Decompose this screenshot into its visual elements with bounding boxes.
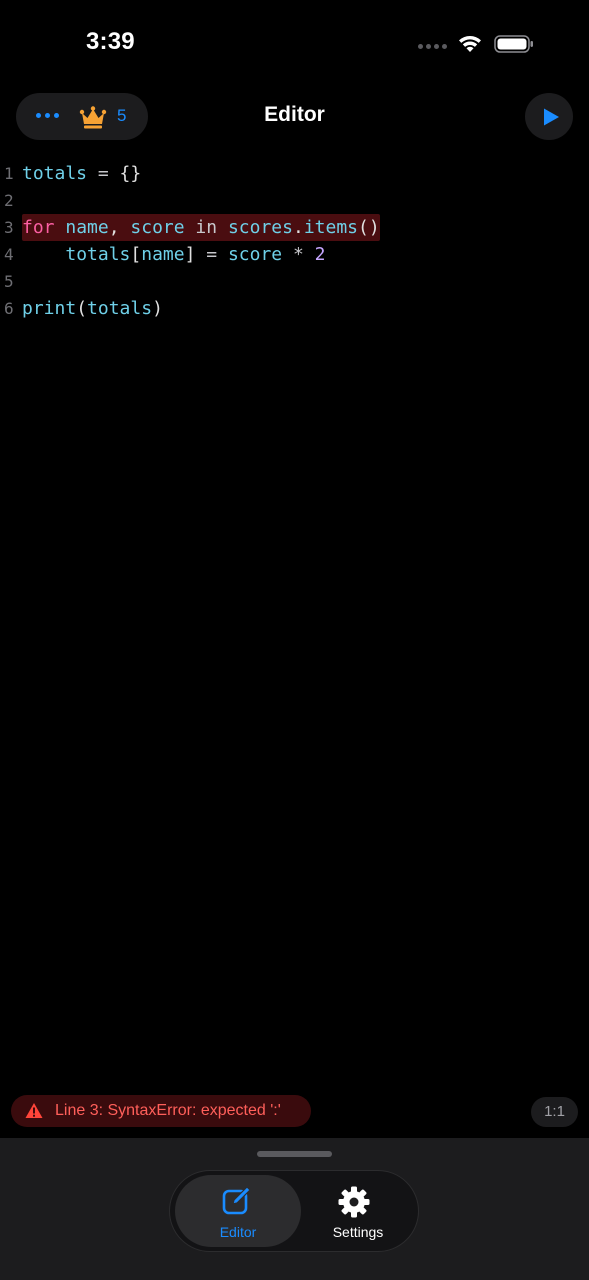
code-token: () <box>358 217 380 238</box>
sheet-grabber[interactable] <box>257 1151 332 1157</box>
code-line[interactable]: 1 totals = {} <box>0 160 589 187</box>
code-token: * <box>282 244 315 265</box>
code-line[interactable]: 3 for name, score in scores.items() <box>0 214 589 241</box>
code-line[interactable]: 6 print(totals) <box>0 295 589 322</box>
error-message: Line 3: SyntaxError: expected ':' <box>55 1102 281 1119</box>
code-token: totals <box>22 163 88 184</box>
wifi-icon <box>459 36 481 52</box>
battery-icon <box>494 35 533 53</box>
code-token: , <box>108 217 131 238</box>
compose-icon <box>222 1186 251 1215</box>
code-token: name <box>65 217 109 238</box>
line-code: totals[name] = score * 2 <box>22 241 326 268</box>
gear-icon <box>338 1186 370 1218</box>
cursor-position: 1:1 <box>531 1097 578 1127</box>
line-code: print(totals) <box>22 295 163 322</box>
line-number: 6 <box>4 299 14 318</box>
code-token: scores <box>227 217 293 238</box>
code-token: for <box>22 217 55 238</box>
page-title: Editor <box>264 103 325 126</box>
code-token: ( <box>76 298 88 319</box>
code-token: = <box>195 244 228 265</box>
code-token: . <box>292 217 304 238</box>
tab-settings[interactable]: Settings <box>301 1175 415 1247</box>
code-token: score <box>227 244 283 265</box>
play-icon <box>544 108 559 126</box>
code-token: name <box>141 244 185 265</box>
line-number: 4 <box>4 245 14 264</box>
code-line[interactable]: 4 totals[name] = score * 2 <box>0 241 589 268</box>
code-token: = <box>87 163 120 184</box>
error-highlighted-code: for name, score in scores.items() <box>22 214 380 241</box>
line-number: 1 <box>4 164 14 183</box>
tab-editor-label: Editor <box>219 1224 257 1240</box>
code-token: totals <box>65 244 131 265</box>
line-number: 2 <box>4 191 14 210</box>
run-button[interactable] <box>525 93 573 140</box>
code-editor[interactable]: 1 totals = {} 2 3 for name, score in scores.… <box>0 160 589 322</box>
line-number: 3 <box>4 218 14 237</box>
cellular-signal-icon <box>418 44 447 49</box>
code-token: totals <box>87 298 153 319</box>
code-token: [ <box>130 244 142 265</box>
code-token: in <box>184 217 228 238</box>
code-token: 2 <box>314 244 326 265</box>
code-token: ] <box>184 244 196 265</box>
tab-bar: Editor Settings <box>0 1138 589 1280</box>
tab-settings-label: Settings <box>332 1224 384 1240</box>
tab-switcher: Editor Settings <box>169 1170 419 1252</box>
line-number: 5 <box>4 272 14 291</box>
code-token: ) <box>152 298 163 319</box>
status-bar: 3:39 <box>0 0 589 80</box>
warning-icon <box>25 1103 43 1118</box>
tab-editor[interactable]: Editor <box>175 1175 301 1247</box>
code-line[interactable]: 5 <box>0 268 589 295</box>
code-token: {} <box>119 163 142 184</box>
error-banner[interactable]: Line 3: SyntaxError: expected ':' <box>11 1095 311 1127</box>
line-code: totals = {} <box>22 160 141 187</box>
code-line[interactable]: 2 <box>0 187 589 214</box>
code-token: print <box>22 298 77 319</box>
status-time: 3:39 <box>86 28 135 55</box>
code-token: items <box>303 217 359 238</box>
code-token: score <box>130 217 185 238</box>
